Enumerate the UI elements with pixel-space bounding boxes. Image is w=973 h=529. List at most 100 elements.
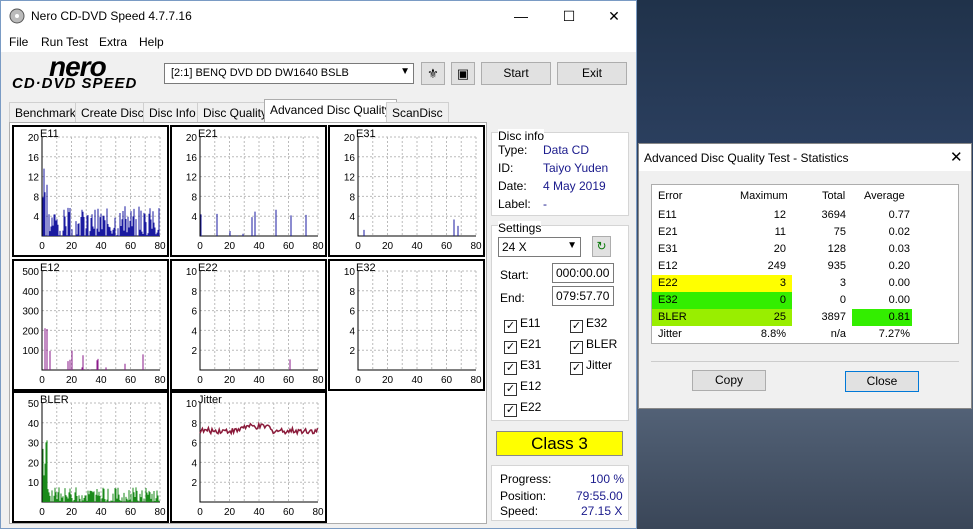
- start-input[interactable]: 000:00.00: [552, 263, 614, 283]
- y-tick-label: 50: [28, 399, 40, 410]
- y-tick-label: 300: [22, 307, 39, 318]
- x-tick-label: 20: [224, 375, 236, 386]
- x-tick-label: 0: [197, 375, 203, 386]
- speed-select[interactable]: 24 X ▼: [498, 237, 581, 257]
- stats-average: 7.27%: [878, 328, 910, 340]
- tab-create-disc[interactable]: Create Disc: [75, 102, 150, 122]
- stats-row: Jitter 8.8% n/a 7.27%: [652, 326, 958, 343]
- checkbox-e11[interactable]: ✓ E11: [504, 316, 540, 333]
- x-tick-label: 80: [154, 241, 166, 252]
- end-label: End:: [500, 291, 525, 305]
- x-tick-label: 40: [253, 375, 265, 386]
- x-tick-label: 20: [224, 241, 236, 252]
- drive-info-button[interactable]: ⚜: [421, 62, 445, 85]
- minimize-button[interactable]: —: [498, 1, 544, 32]
- position-value: 79:55.00: [576, 489, 623, 503]
- y-tick-label: 6: [191, 439, 197, 450]
- y-tick-label: 8: [191, 287, 197, 298]
- checkbox-e31[interactable]: ✓ E31: [504, 358, 541, 375]
- type-value: Data CD: [543, 143, 590, 157]
- chart-title: Jitter: [198, 394, 222, 406]
- x-tick-label: 80: [312, 375, 324, 386]
- tab-disc-info[interactable]: Disc Info: [143, 102, 202, 122]
- checkbox-e12[interactable]: ✓ E12: [504, 379, 541, 396]
- chart-e32: 10 8 6 4 2 0 20 40 60 80 E32: [328, 259, 485, 391]
- chevron-down-icon: ▼: [400, 66, 410, 77]
- type-label: Type:: [498, 143, 528, 157]
- chart-title: E12: [40, 262, 60, 274]
- x-tick-label: 0: [39, 375, 45, 386]
- refresh-button[interactable]: ↻: [592, 236, 611, 257]
- stats-row: BLER 25 3897 0.81: [652, 309, 958, 326]
- floppy-icon: ▣: [456, 66, 470, 81]
- stats-maximum: 8.8%: [760, 328, 786, 340]
- tab-benchmark[interactable]: Benchmark: [9, 102, 82, 122]
- start-button[interactable]: Start: [481, 62, 551, 85]
- exit-button[interactable]: Exit: [557, 62, 627, 85]
- y-tick-label: 10: [28, 478, 40, 489]
- stats-average: 0.20: [888, 260, 910, 272]
- copy-button[interactable]: Copy: [692, 370, 766, 391]
- x-tick-label: 20: [382, 375, 394, 386]
- header-maximum: Maximum: [740, 190, 788, 202]
- chart-title: E31: [356, 128, 376, 140]
- menu-file[interactable]: File: [9, 35, 28, 49]
- y-tick-label: 4: [33, 212, 39, 223]
- x-tick-label: 40: [95, 507, 107, 518]
- stats-error-name: E12: [658, 260, 678, 272]
- x-tick-label: 20: [224, 507, 236, 518]
- chart-title: E11: [40, 128, 59, 140]
- close-button[interactable]: Close: [845, 371, 919, 392]
- checkbox-bler[interactable]: ✓ BLER: [570, 337, 617, 354]
- y-tick-label: 4: [191, 326, 197, 337]
- y-tick-label: 8: [33, 192, 39, 203]
- checkbox-e21[interactable]: ✓ E21: [504, 337, 541, 354]
- date-label: Date:: [498, 179, 527, 193]
- stats-title-bar: Advanced Disc Quality Test - Statistics …: [639, 144, 971, 171]
- checkbox-e32[interactable]: ✓ E32: [570, 316, 607, 333]
- x-tick-label: 60: [283, 507, 295, 518]
- stats-row: E32 0 0 0.00: [652, 292, 958, 309]
- stats-close-icon[interactable]: ✕: [950, 148, 963, 166]
- checkbox-jitter[interactable]: ✓ Jitter: [570, 358, 612, 375]
- menu-extra[interactable]: Extra: [99, 35, 127, 49]
- end-input[interactable]: 079:57.70: [552, 286, 614, 306]
- chart-e12-plot: 500 400 300 200 100 0 20 40 60 80: [22, 267, 166, 386]
- checkbox-e22[interactable]: ✓ E22: [504, 400, 541, 417]
- date-value: 4 May 2019: [543, 179, 606, 193]
- stats-maximum: 25: [773, 311, 786, 323]
- chart-e31-plot: 201612840 20 40 60 80: [344, 133, 482, 252]
- stats-average: 0.81: [888, 311, 910, 323]
- y-tick-label: 10: [186, 399, 198, 410]
- y-tick-label: 16: [28, 153, 40, 164]
- refresh-icon: ↻: [596, 239, 607, 253]
- tab-scandisc[interactable]: ScanDisc: [386, 102, 449, 122]
- label-value: -: [543, 197, 547, 211]
- label-label: Label:: [498, 197, 531, 211]
- menu-bar: File Run Test Extra Help: [1, 32, 636, 52]
- y-tick-label: 40: [28, 419, 40, 430]
- y-tick-label: 4: [349, 212, 355, 223]
- id-label: ID:: [498, 161, 514, 175]
- maximize-button[interactable]: ☐: [546, 1, 592, 32]
- x-tick-label: 20: [382, 241, 394, 252]
- menu-run-test[interactable]: Run Test: [41, 35, 88, 49]
- y-tick-label: 2: [349, 346, 355, 357]
- stats-maximum: 249: [767, 260, 786, 272]
- stats-average: 0.00: [888, 294, 910, 306]
- drive-select[interactable]: [2:1] BENQ DVD DD DW1640 BSLB ▼: [164, 63, 414, 84]
- x-tick-label: 0: [355, 375, 361, 386]
- tab-disc-quality[interactable]: Disc Quality: [197, 102, 274, 122]
- x-tick-label: 60: [283, 375, 295, 386]
- tab-advanced-disc-quality[interactable]: Advanced Disc Quality: [264, 99, 397, 123]
- progress-group: Progress: 100 % Position: 79:55.00 Speed…: [491, 465, 629, 521]
- nero-logo: nero CD·DVD SPEED: [12, 51, 138, 92]
- x-tick-label: 60: [125, 507, 137, 518]
- chart-title: E21: [198, 128, 218, 140]
- y-tick-label: 8: [191, 419, 197, 430]
- y-tick-label: 8: [349, 287, 355, 298]
- save-button[interactable]: ▣: [451, 62, 475, 85]
- menu-help[interactable]: Help: [139, 35, 164, 49]
- close-window-button[interactable]: ✕: [591, 1, 637, 32]
- window-title: Nero CD-DVD Speed 4.7.7.16: [31, 9, 192, 23]
